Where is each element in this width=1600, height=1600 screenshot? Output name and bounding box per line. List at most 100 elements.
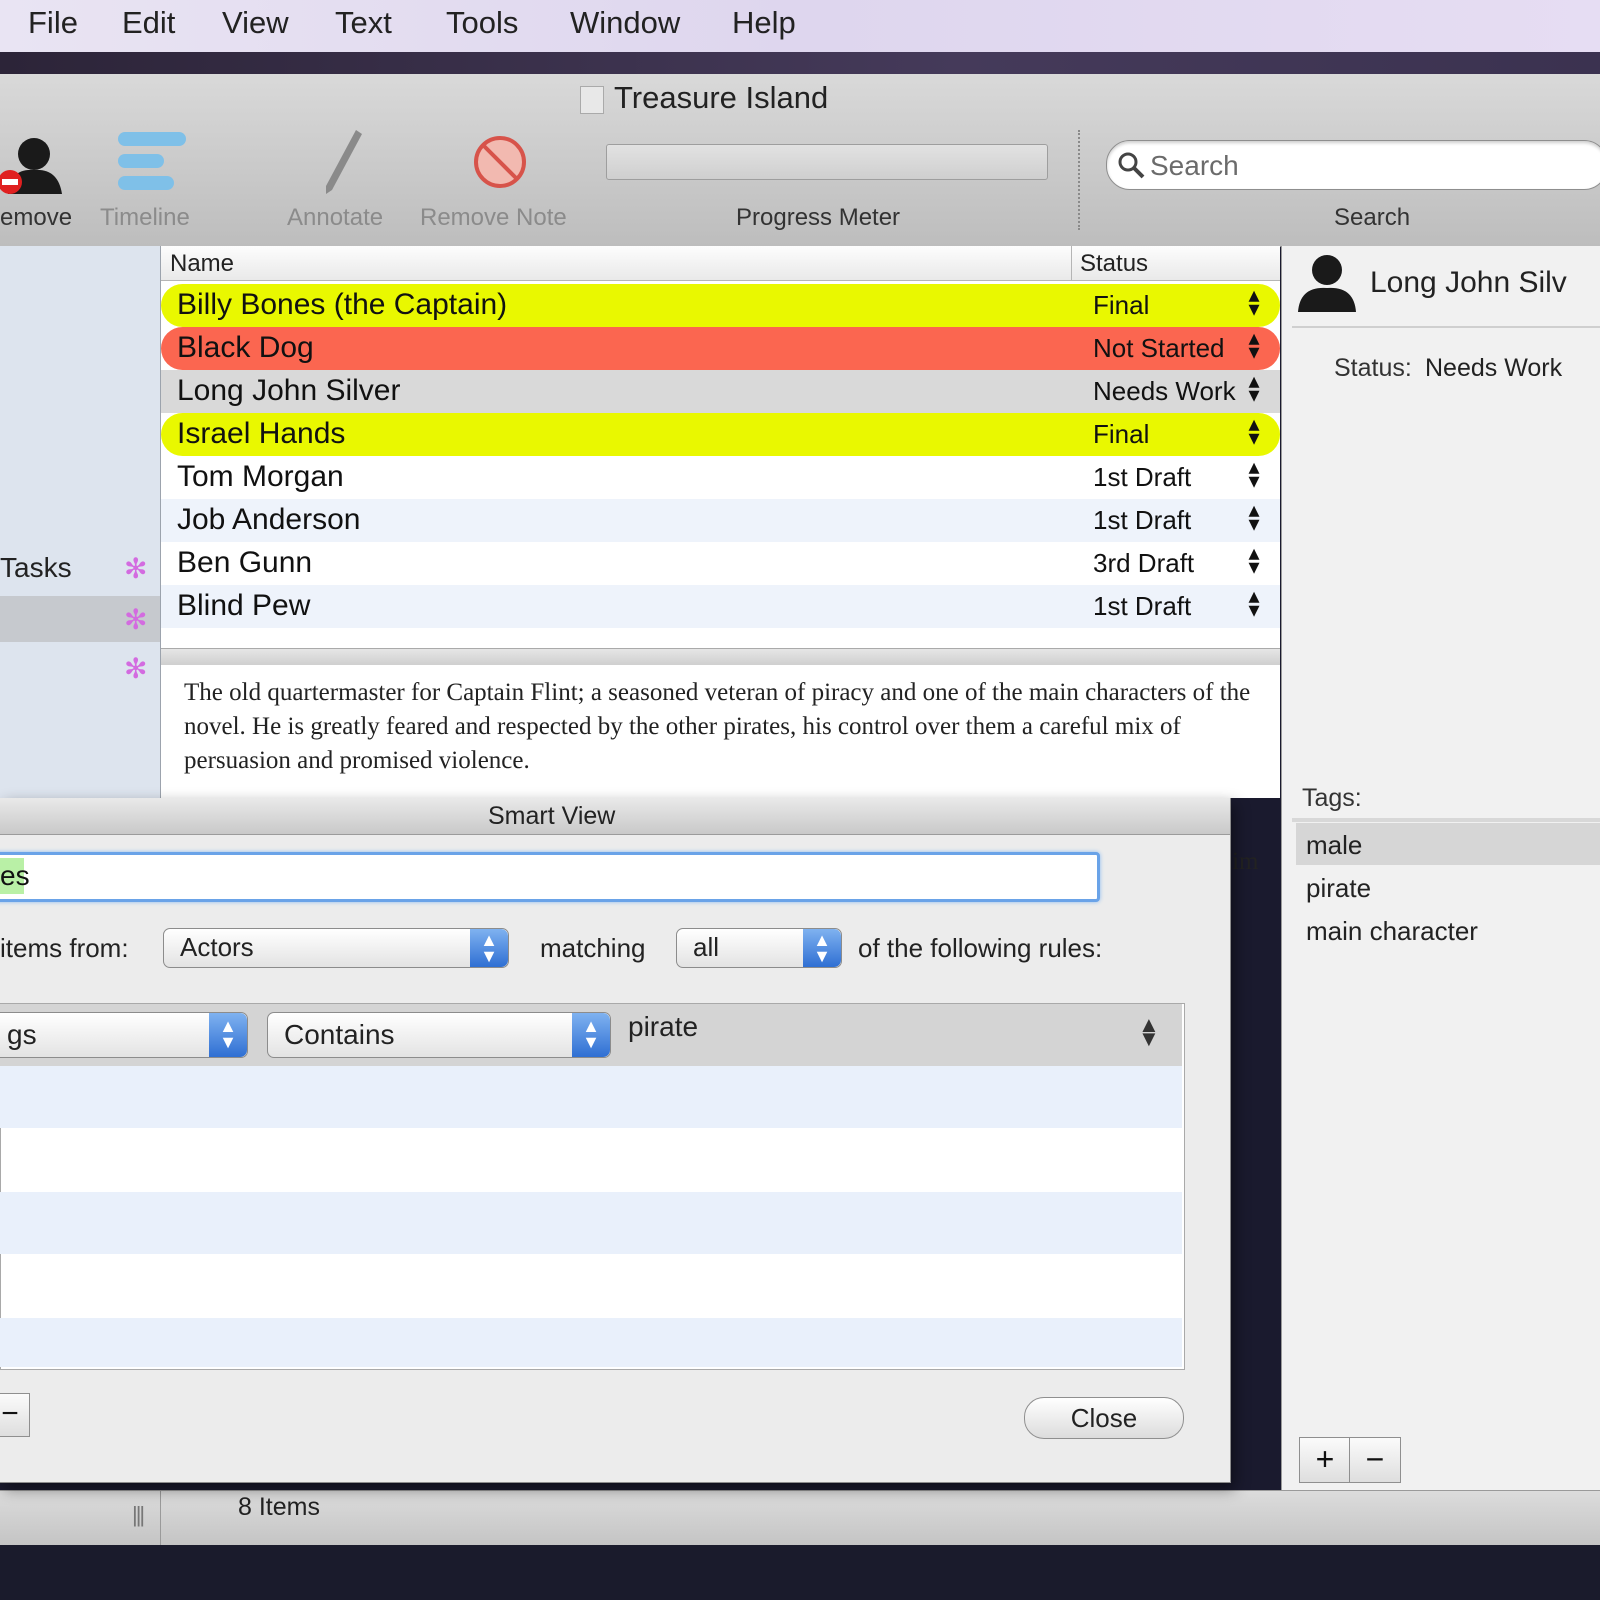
table-row[interactable]: Long John Silver Needs Work ▴ ▾ — [161, 370, 1280, 413]
table-row[interactable]: Job Anderson 1st Draft ▴ ▾ — [161, 499, 1280, 542]
rule-field-select[interactable]: gs ▲ ▼ — [0, 1012, 248, 1058]
updown-arrows-icon[interactable]: ▴ ▾ — [1247, 499, 1261, 535]
table-row[interactable]: Black Dog Not Started ▴ ▾ — [161, 327, 1280, 370]
person-icon — [1298, 255, 1356, 312]
source-select-value: Actors — [180, 932, 254, 962]
match-mode-value: all — [693, 932, 720, 962]
row-status[interactable]: Not Started — [1093, 333, 1225, 364]
sidebar — [0, 246, 161, 798]
row-name: Ben Gunn — [177, 546, 313, 579]
inspector-status-value: Needs Work — [1425, 354, 1563, 382]
inspector-panel — [1281, 246, 1600, 1491]
tags-label: Tags: — [1302, 784, 1362, 812]
person-remove-icon[interactable] — [0, 128, 70, 198]
updown-arrows-icon[interactable]: ▴ ▾ — [1247, 370, 1261, 406]
toolbar-separator — [1078, 130, 1081, 230]
table-row[interactable]: Ben Gunn 3rd Draft ▴ ▾ — [161, 542, 1280, 585]
row-name: Billy Bones (the Captain) — [177, 288, 508, 321]
column-header-name[interactable]: Name — [170, 250, 234, 278]
search-placeholder: Search — [1150, 150, 1239, 181]
table-row[interactable]: Billy Bones (the Captain) Final ▴ ▾ — [161, 284, 1280, 327]
source-select[interactable]: Actors ▲ ▼ — [163, 928, 509, 968]
row-status[interactable]: Final — [1093, 290, 1149, 321]
menu-text[interactable]: Text — [335, 5, 392, 41]
table-row[interactable]: Tom Morgan 1st Draft ▴ ▾ — [161, 456, 1280, 499]
updown-arrows-icon[interactable]: ▴ ▾ — [1247, 585, 1261, 621]
row-status[interactable]: Final — [1093, 419, 1149, 450]
items-from-label: items from: — [0, 933, 129, 963]
smart-view-name-value: es — [0, 860, 30, 891]
tag-item[interactable]: main character — [1306, 916, 1478, 947]
menu-file[interactable]: File — [28, 5, 78, 41]
table-row[interactable]: Israel Hands Final ▴ ▾ — [161, 413, 1280, 456]
menu-help[interactable]: Help — [732, 5, 796, 41]
row-name: Blind Pew — [177, 589, 311, 622]
notes-text[interactable]: The old quartermaster for Captain Flint;… — [184, 676, 1254, 778]
updown-arrows-icon: ▲ ▼ — [572, 1013, 610, 1057]
gear-icon: ✻ — [124, 553, 148, 584]
column-header-status[interactable]: Status — [1080, 250, 1148, 278]
table-row[interactable]: Blind Pew 1st Draft ▴ ▾ — [161, 585, 1280, 628]
sidebar-item-tasks[interactable]: Tasks — [0, 552, 72, 584]
tag-item[interactable]: pirate — [1306, 873, 1371, 904]
pencil-icon[interactable] — [320, 128, 364, 198]
remove-note-button-label[interactable]: Remove Note — [420, 204, 567, 232]
match-mode-select[interactable]: all ▲ ▼ — [676, 928, 842, 968]
desktop-background — [0, 52, 1600, 74]
menu-window[interactable]: Window — [570, 5, 680, 41]
menu-bar: File Edit View Text Tools Window Help — [0, 0, 1600, 53]
desktop-background — [0, 1545, 1600, 1600]
row-status[interactable]: 3rd Draft — [1093, 548, 1194, 579]
row-status[interactable]: 1st Draft — [1093, 505, 1191, 536]
row-name: Tom Morgan — [177, 460, 344, 493]
updown-arrows-icon[interactable]: ▴ ▾ — [1247, 542, 1261, 578]
tags-list-border — [1292, 818, 1600, 822]
window-title: Treasure Island — [614, 80, 829, 115]
annotate-button-label[interactable]: Annotate — [287, 204, 383, 232]
column-divider[interactable] — [1071, 246, 1072, 280]
menu-view[interactable]: View — [222, 5, 289, 41]
rules-list-stripe — [0, 1318, 1182, 1367]
add-tag-button[interactable]: + — [1299, 1437, 1351, 1483]
row-name: Israel Hands — [177, 417, 346, 450]
progress-meter-label: Progress Meter — [736, 204, 901, 231]
pane-splitter[interactable] — [161, 648, 1280, 666]
menu-tools[interactable]: Tools — [446, 5, 518, 41]
smart-view-name-input[interactable] — [0, 852, 1100, 902]
row-name: Long John Silver — [177, 374, 401, 407]
search-label: Search — [1334, 204, 1411, 231]
remove-button-label[interactable]: emove — [0, 204, 72, 232]
notes-overflow-text: im — [1232, 848, 1259, 875]
updown-arrows-icon[interactable]: ▴ ▾ — [1247, 327, 1261, 363]
rule-field-value: gs — [7, 1019, 37, 1050]
updown-arrows-icon[interactable]: ▲ ▼ — [1138, 1014, 1160, 1050]
row-status[interactable]: 1st Draft — [1093, 591, 1191, 622]
tag-item[interactable]: male — [1306, 830, 1362, 861]
row-status[interactable]: 1st Draft — [1093, 462, 1191, 493]
close-button[interactable]: Close — [1024, 1397, 1184, 1439]
gear-icon: ✻ — [124, 653, 148, 684]
updown-arrows-icon[interactable]: ▴ ▾ — [1247, 456, 1261, 492]
dialog-title: Smart View — [488, 802, 616, 830]
updown-arrows-icon[interactable]: ▴ ▾ — [1247, 413, 1261, 449]
updown-arrows-icon: ▲ ▼ — [803, 929, 841, 967]
updown-arrows-icon[interactable]: ▴ ▾ — [1247, 284, 1261, 320]
status-bar-divider — [160, 1490, 161, 1545]
row-status[interactable]: Needs Work — [1093, 376, 1236, 407]
row-name: Job Anderson — [177, 503, 361, 536]
timeline-icon[interactable] — [114, 130, 190, 196]
rule-operator-select[interactable]: Contains ▲ ▼ — [267, 1012, 611, 1058]
rule-operator-value: Contains — [284, 1019, 395, 1050]
items-count: 8 Items — [238, 1493, 320, 1521]
remove-note-icon[interactable] — [470, 130, 530, 190]
menu-edit[interactable]: Edit — [122, 5, 175, 41]
updown-arrows-icon: ▲ ▼ — [470, 929, 508, 967]
matching-label: matching — [540, 933, 646, 963]
remove-tag-button[interactable]: − — [1349, 1437, 1401, 1483]
timeline-button-label[interactable]: Timeline — [100, 204, 190, 232]
remove-rule-button[interactable]: − — [0, 1393, 30, 1437]
rules-list-stripe — [0, 1192, 1182, 1254]
resize-grip-icon[interactable]: ||| — [132, 1502, 145, 1528]
rule-value-input[interactable]: pirate — [628, 1011, 698, 1043]
search-icon — [1118, 152, 1145, 179]
